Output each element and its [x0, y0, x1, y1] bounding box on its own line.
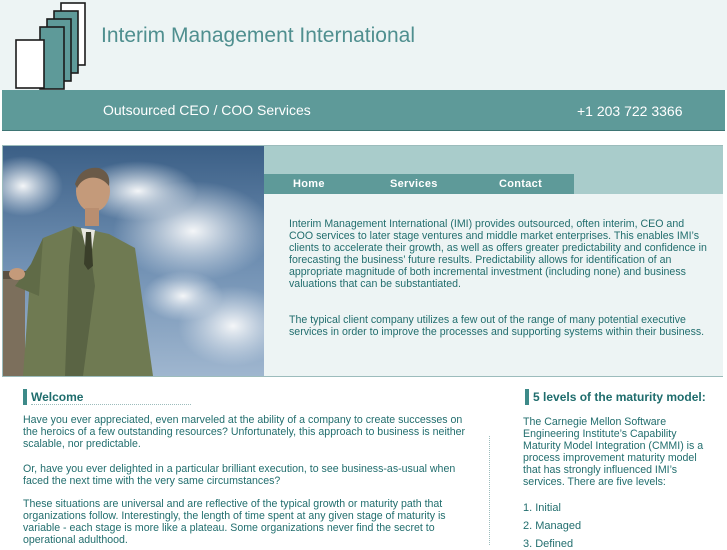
company-logo [15, 2, 86, 90]
hero-paragraph-1: Interim Management International (IMI) p… [289, 218, 707, 290]
welcome-heading: Welcome [31, 390, 84, 404]
column-divider [489, 436, 490, 545]
site-title[interactable]: Interim Management International [101, 24, 415, 48]
maturity-intro: The Carnegie Mellon Software Engineering… [523, 416, 704, 488]
nav-contact[interactable]: Contact [499, 178, 542, 190]
nav-home[interactable]: Home [293, 178, 325, 190]
welcome-heading-marker [23, 389, 27, 405]
welcome-heading-underline [31, 404, 191, 405]
maturity-level-1: 1. Initial [523, 502, 561, 514]
nav-services[interactable]: Services [390, 178, 438, 190]
maturity-heading: 5 levels of the maturity model: [533, 390, 706, 404]
hero-paragraph-2: The typical client company utilizes a fe… [289, 314, 705, 338]
maturity-level-2: 2. Managed [523, 520, 582, 532]
welcome-paragraph-3: These situations are universal and are r… [23, 498, 446, 546]
phone-number: +1 203 722 3366 [577, 103, 683, 119]
maturity-level-3: 3. Defined [523, 538, 574, 550]
maturity-heading-marker [525, 389, 529, 405]
hero-photo [3, 146, 264, 376]
welcome-paragraph-2: Or, have you ever delighted in a particu… [23, 463, 456, 487]
welcome-paragraph-1: Have you ever appreciated, even marveled… [23, 414, 466, 450]
tagline: Outsourced CEO / COO Services [103, 102, 311, 118]
